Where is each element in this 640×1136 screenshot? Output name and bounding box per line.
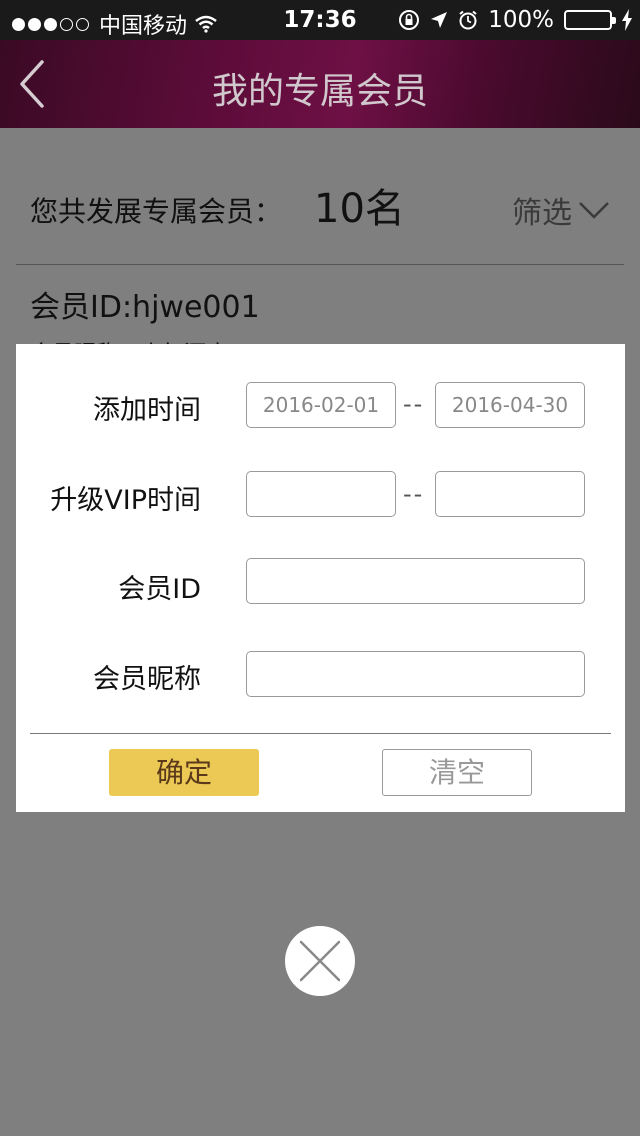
clear-button[interactable]: 清空 xyxy=(382,749,532,796)
member-count: 10名 xyxy=(314,186,405,232)
close-x-icon xyxy=(299,940,341,982)
member-id-text: 会员ID:hjwe001 xyxy=(30,290,260,325)
add-time-separator: -- xyxy=(403,390,425,418)
filter-label: 筛选 xyxy=(512,196,572,231)
battery-percent: 100% xyxy=(488,7,554,33)
charging-bolt-icon xyxy=(622,9,632,31)
confirm-button[interactable]: 确定 xyxy=(109,749,259,796)
filter-button[interactable]: 筛选 xyxy=(512,188,610,232)
add-time-label: 添加时间 xyxy=(93,395,201,426)
modal-divider xyxy=(30,733,611,734)
summary-label: 您共发展专属会员： xyxy=(30,195,283,228)
battery-icon xyxy=(564,10,616,30)
page-title: 我的专属会员 xyxy=(211,71,428,112)
status-right: 100% xyxy=(398,7,632,33)
status-bar: 中国移动 17:36 100% xyxy=(0,0,640,40)
vip-time-start-input[interactable] xyxy=(246,471,396,517)
vip-time-end-input[interactable] xyxy=(435,471,585,517)
close-modal-button[interactable] xyxy=(285,926,355,996)
member-id-label: 会员ID xyxy=(118,574,201,605)
chevron-down-icon xyxy=(579,202,609,219)
nickname-label: 会员昵称 xyxy=(93,664,201,695)
alarm-icon xyxy=(459,10,477,30)
filter-modal: 添加时间 2016-02-01 -- 2016-04-30 升级VIP时间 --… xyxy=(16,344,625,812)
member-summary: 您共发展专属会员： 10名 筛选 xyxy=(0,148,640,266)
nickname-input[interactable] xyxy=(246,651,585,697)
vip-time-separator: -- xyxy=(403,480,425,508)
summary-divider xyxy=(16,264,624,265)
member-id-input[interactable] xyxy=(246,558,585,604)
add-time-end-input[interactable]: 2016-04-30 xyxy=(435,382,585,428)
location-arrow-icon xyxy=(431,12,448,28)
add-time-start-input[interactable]: 2016-02-01 xyxy=(246,382,396,428)
vip-time-label: 升级VIP时间 xyxy=(50,485,201,516)
nav-bar: 我的专属会员 xyxy=(0,40,640,128)
orientation-lock-icon xyxy=(399,10,420,30)
